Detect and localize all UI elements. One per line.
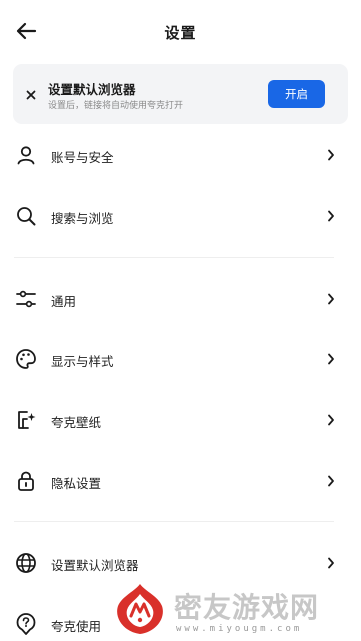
page-title: 设置: [164, 24, 197, 42]
settings-item-label: 通用: [51, 294, 77, 309]
chevron-right-icon: [326, 352, 336, 366]
watermark-site-name: 密友游戏网: [174, 591, 320, 624]
settings-item-account-security[interactable]: 账号与安全: [0, 130, 361, 180]
settings-item-privacy[interactable]: 隐私设置: [0, 456, 361, 506]
chevron-right-icon: [326, 474, 336, 488]
settings-item-display-style[interactable]: 显示与样式: [0, 334, 361, 384]
banner-close-button[interactable]: [21, 84, 41, 104]
settings-item-label: 显示与样式: [51, 354, 114, 369]
chevron-right-icon: [326, 292, 336, 306]
chevron-right-icon: [326, 556, 336, 570]
palette-icon: [14, 347, 38, 371]
help-location-icon: [14, 612, 38, 636]
chevron-right-icon: [326, 209, 336, 223]
watermark-url: www.miyougm.com: [176, 624, 303, 634]
banner-title: 设置默认浏览器: [48, 82, 136, 97]
settings-item-label: 账号与安全: [51, 150, 114, 165]
search-icon: [14, 204, 38, 228]
settings-page: 设置 设置默认浏览器 设置后，链接将自动使用夸克打开 开启 账号与安全 搜索与浏…: [0, 0, 361, 641]
settings-item-label: 搜索与浏览: [51, 211, 114, 226]
banner-subtitle: 设置后，链接将自动使用夸克打开: [48, 101, 184, 111]
lock-icon: [14, 469, 38, 493]
settings-item-label: 设置默认浏览器: [51, 558, 139, 573]
top-bar: 设置: [0, 0, 361, 62]
settings-item-default-browser[interactable]: 设置默认浏览器: [0, 538, 361, 588]
settings-item-label: 夸克使用: [51, 619, 102, 634]
settings-item-label: 隐私设置: [51, 476, 102, 491]
settings-item-wallpaper[interactable]: 夸克壁纸: [0, 395, 361, 445]
chevron-right-icon: [326, 413, 336, 427]
settings-item-general[interactable]: 通用: [0, 274, 361, 324]
enable-default-browser-button[interactable]: 开启: [268, 80, 325, 108]
sliders-icon: [14, 287, 38, 311]
globe-icon: [14, 551, 38, 575]
default-browser-banner: 设置默认浏览器 设置后，链接将自动使用夸克打开 开启: [13, 64, 348, 124]
miyou-logo-icon: [114, 582, 166, 636]
settings-item-label: 夸克壁纸: [51, 415, 102, 430]
section-divider: [14, 257, 334, 258]
settings-item-search-browse[interactable]: 搜索与浏览: [0, 191, 361, 241]
wallpaper-icon: [14, 408, 38, 432]
user-icon: [14, 143, 38, 167]
section-divider: [14, 521, 334, 522]
watermark: 密友游戏网 www.miyougm.com: [112, 582, 361, 641]
close-icon: [26, 85, 36, 104]
chevron-right-icon: [326, 148, 336, 162]
